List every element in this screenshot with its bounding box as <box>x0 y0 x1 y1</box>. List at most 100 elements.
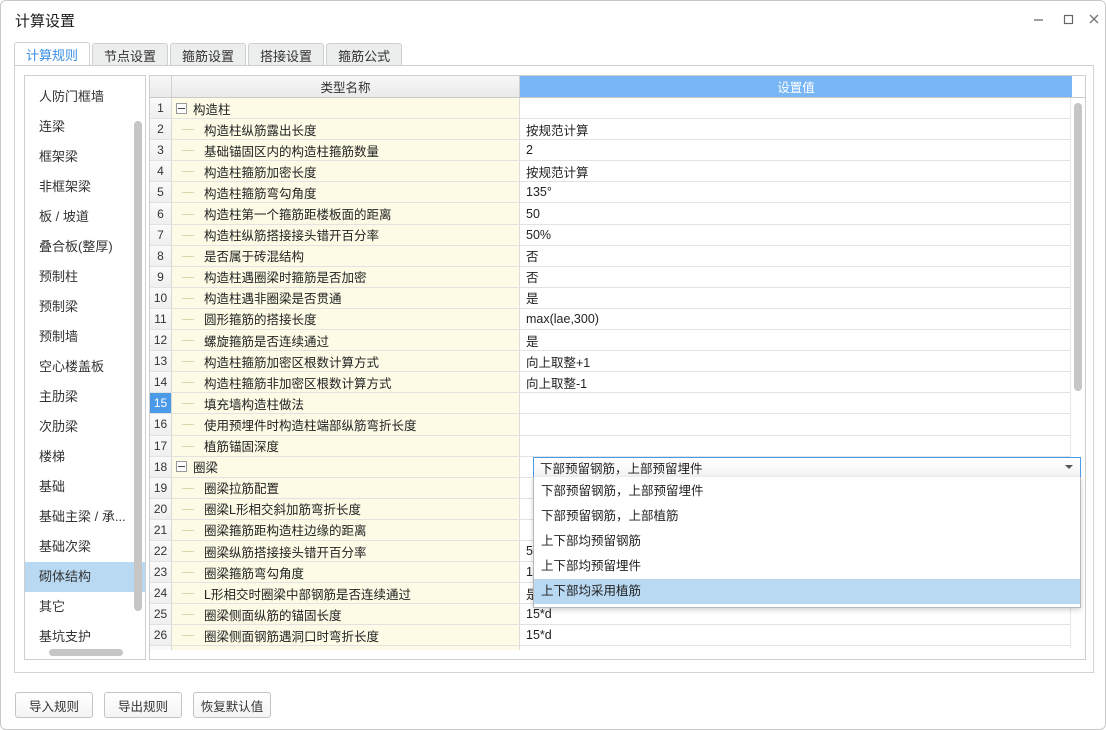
table-row[interactable]: 8 是否属于砖混结构 否 <box>150 245 1072 267</box>
type-name-cell[interactable]: 圆形箍筋的搭接长度 <box>172 308 520 330</box>
row-number[interactable]: 15 <box>150 393 172 414</box>
setting-value-cell[interactable]: 向上取整-1 <box>520 372 1072 393</box>
sidebar-item-12[interactable]: 楼梯 <box>25 442 145 472</box>
row-number[interactable]: 14 <box>150 372 172 393</box>
setting-value-cell[interactable]: 是 <box>520 287 1072 308</box>
tab-0[interactable]: 计算规则 <box>14 42 91 66</box>
type-name-cell[interactable]: 圈梁拉筋配置 <box>172 477 520 498</box>
row-number[interactable]: 1 <box>150 98 172 119</box>
dropdown-option-1[interactable]: 下部预留钢筋，上部植筋 <box>534 504 1080 529</box>
type-name-cell[interactable]: 圈梁侧面纵筋的锚固长度 <box>172 604 520 625</box>
grid-header-rownum[interactable] <box>150 76 172 97</box>
sidebar-item-13[interactable]: 基础 <box>25 472 145 502</box>
setting-value-cell[interactable]: 15*d <box>520 625 1072 646</box>
setting-value-cell[interactable]: max(lae,300) <box>520 308 1072 330</box>
table-row[interactable]: 1 构造柱 <box>150 98 1072 120</box>
type-name-cell[interactable]: 圈梁L形相交斜加筋弯折长度 <box>172 498 520 519</box>
type-name-cell[interactable]: 圈梁纵筋搭接接头错开百分率 <box>172 540 520 562</box>
setting-value-cell[interactable]: 按规范计算 <box>520 161 1072 182</box>
footer-button-2[interactable]: 恢复默认值 <box>193 692 271 718</box>
setting-value-cell[interactable]: 向上取整+1 <box>520 351 1072 372</box>
type-name-cell[interactable]: 基础锚固区内的构造柱箍筋数量 <box>172 140 520 161</box>
row-number[interactable]: 2 <box>150 119 172 140</box>
type-name-cell[interactable]: 圈梁箍筋距构造柱边缘的距离 <box>172 519 520 540</box>
type-name-cell[interactable]: 植筋锚固深度 <box>172 435 520 456</box>
row-number[interactable]: 21 <box>150 519 172 540</box>
type-name-cell[interactable]: 构造柱遇圈梁时箍筋是否加密 <box>172 266 520 287</box>
type-name-cell[interactable]: 圈梁 <box>172 456 520 477</box>
table-row[interactable]: 14 构造柱箍筋非加密区根数计算方式 向上取整-1 <box>150 372 1072 394</box>
type-name-cell[interactable]: 构造柱箍筋加密区根数计算方式 <box>172 351 520 372</box>
sidebar-item-10[interactable]: 主肋梁 <box>25 382 145 412</box>
sidebar-item-7[interactable]: 预制梁 <box>25 292 145 322</box>
type-name-cell[interactable]: 构造柱纵筋露出长度 <box>172 119 520 140</box>
tab-3[interactable]: 搭接设置 <box>248 43 325 66</box>
row-number[interactable]: 3 <box>150 140 172 161</box>
table-row[interactable]: 7 构造柱纵筋搭接接头错开百分率 50% <box>150 224 1072 246</box>
dropdown-option-2[interactable]: 上下部均预留钢筋 <box>534 529 1080 554</box>
sidebar-item-1[interactable]: 连梁 <box>25 112 145 142</box>
collapse-minus-icon[interactable] <box>176 102 187 114</box>
row-number[interactable]: 26 <box>150 625 172 646</box>
table-row[interactable]: 10 构造柱遇非圈梁是否贯通 是 <box>150 287 1072 309</box>
sidebar-item-0[interactable]: 人防门框墙 <box>25 82 145 112</box>
type-name-cell[interactable]: 构造柱纵筋搭接接头错开百分率 <box>172 224 520 245</box>
minimize-icon[interactable] <box>1023 7 1053 31</box>
row-number[interactable]: 7 <box>150 224 172 245</box>
type-name-cell[interactable]: 螺旋箍筋是否连续通过 <box>172 330 520 351</box>
setting-value-cell[interactable]: 是 <box>520 330 1072 351</box>
sidebar-item-4[interactable]: 板 / 坡道 <box>25 202 145 232</box>
row-number[interactable]: 8 <box>150 245 172 266</box>
table-row[interactable]: 5 构造柱箍筋弯勾角度 135° <box>150 182 1072 204</box>
dropdown-option-4[interactable]: 上下部均采用植筋 <box>534 579 1080 604</box>
sidebar-item-16[interactable]: 砌体结构 <box>25 562 145 592</box>
grid-header-type-name[interactable]: 类型名称 <box>172 76 520 97</box>
collapse-minus-icon[interactable] <box>176 461 187 473</box>
row-number[interactable]: 6 <box>150 203 172 224</box>
footer-button-1[interactable]: 导出规则 <box>104 692 182 718</box>
row-number[interactable]: 25 <box>150 604 172 625</box>
setting-value-cell[interactable]: 否 <box>520 245 1072 266</box>
type-name-cell[interactable]: 填充墙构造柱做法 <box>172 393 520 414</box>
type-name-cell[interactable]: 构造柱箍筋弯勾角度 <box>172 182 520 203</box>
row-number[interactable]: 24 <box>150 583 172 604</box>
sidebar-item-3[interactable]: 非框架梁 <box>25 172 145 202</box>
chevron-down-icon[interactable] <box>1065 465 1073 469</box>
setting-value-cell[interactable]: 135° <box>520 182 1072 203</box>
setting-value-cell[interactable]: 2 <box>520 140 1072 161</box>
sidebar-item-11[interactable]: 次肋梁 <box>25 412 145 442</box>
dropdown-option-3[interactable]: 上下部均预留埋件 <box>534 554 1080 579</box>
setting-value-cell[interactable] <box>520 414 1072 435</box>
table-row[interactable]: 27 圈梁箍筋根数计算方式 向上取整+1 <box>150 646 1072 650</box>
sidebar-vertical-scrollbar-thumb[interactable] <box>134 121 142 611</box>
setting-value-cell[interactable] <box>520 393 1072 414</box>
type-name-cell[interactable]: 圈梁箍筋弯勾角度 <box>172 562 520 583</box>
setting-value-cell[interactable]: 50 <box>520 203 1072 224</box>
type-name-cell[interactable]: 构造柱箍筋非加密区根数计算方式 <box>172 372 520 393</box>
sidebar-horizontal-scrollbar-thumb[interactable] <box>49 649 123 656</box>
row-number[interactable]: 18 <box>150 456 172 477</box>
table-row[interactable]: 15 填充墙构造柱做法 <box>150 393 1072 415</box>
row-number[interactable]: 5 <box>150 182 172 203</box>
row-number[interactable]: 9 <box>150 266 172 287</box>
setting-value-combobox[interactable]: 下部预留钢筋，上部预留埋件 <box>533 457 1081 478</box>
row-number[interactable]: 11 <box>150 308 172 330</box>
table-row[interactable]: 17 植筋锚固深度 <box>150 435 1072 457</box>
sidebar-vertical-scrollbar[interactable] <box>134 116 142 636</box>
footer-button-0[interactable]: 导入规则 <box>15 692 93 718</box>
type-name-cell[interactable]: 构造柱遇非圈梁是否贯通 <box>172 287 520 308</box>
row-number[interactable]: 22 <box>150 540 172 562</box>
row-number[interactable]: 20 <box>150 498 172 519</box>
table-row[interactable]: 16 使用预埋件时构造柱端部纵筋弯折长度 <box>150 414 1072 436</box>
row-number[interactable]: 19 <box>150 477 172 498</box>
setting-value-cell[interactable]: 否 <box>520 266 1072 287</box>
table-row[interactable]: 4 构造柱箍筋加密长度 按规范计算 <box>150 161 1072 183</box>
sidebar-horizontal-scrollbar[interactable] <box>25 647 145 657</box>
row-number[interactable]: 10 <box>150 287 172 308</box>
tab-4[interactable]: 箍筋公式 <box>326 43 403 66</box>
setting-value-cell[interactable] <box>520 98 1072 119</box>
type-name-cell[interactable]: 使用预埋件时构造柱端部纵筋弯折长度 <box>172 414 520 435</box>
grid-vertical-scrollbar-thumb[interactable] <box>1074 103 1082 391</box>
setting-value-cell[interactable] <box>520 435 1072 456</box>
table-row[interactable]: 13 构造柱箍筋加密区根数计算方式 向上取整+1 <box>150 351 1072 373</box>
